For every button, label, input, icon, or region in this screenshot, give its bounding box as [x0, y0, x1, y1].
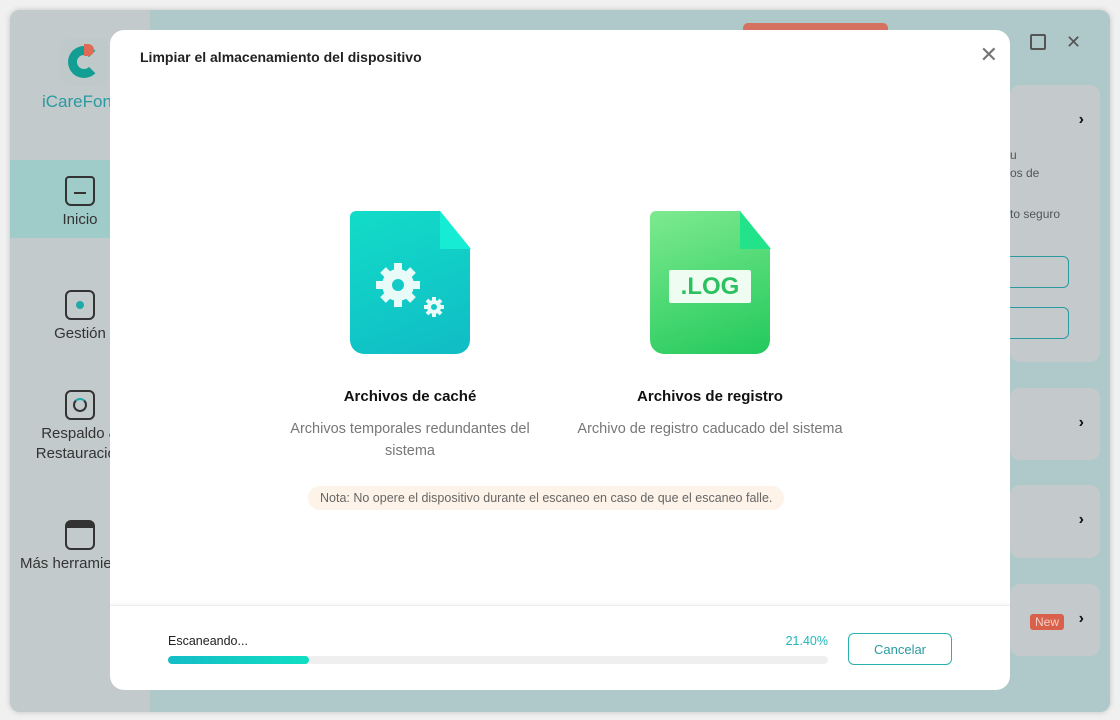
feature-card[interactable]: ›: [1010, 388, 1100, 460]
new-badge: New: [1029, 614, 1064, 630]
card-text: os de: [1010, 166, 1040, 180]
folder-gear-icon: [65, 290, 95, 320]
feature-card[interactable]: ›: [1010, 485, 1100, 558]
app-logo: [60, 38, 108, 86]
backup-icon: [65, 390, 95, 420]
card-text: u: [1010, 148, 1017, 162]
scan-status: Escaneando...: [168, 634, 248, 648]
home-icon: [65, 176, 95, 206]
card-text: to seguro: [1010, 207, 1061, 221]
progress-bar: [168, 656, 828, 664]
log-title: Archivos de registro: [637, 388, 783, 405]
sidebar-item-label: Inicio: [62, 211, 98, 228]
toolbox-icon: [65, 520, 95, 550]
progress-fill: [168, 656, 310, 664]
dialog-title: Limpiar el almacenamiento del dispositiv…: [140, 49, 422, 65]
feature-card[interactable]: New ›: [1010, 584, 1100, 656]
card-button[interactable]: [1000, 256, 1069, 288]
scan-note: Nota: No opere el dispositivo durante el…: [308, 486, 785, 510]
sidebar-item-label: Gestión: [54, 325, 106, 342]
file-fold: [740, 211, 771, 249]
cache-title: Archivos de caché: [343, 388, 477, 405]
log-description: Archivo de registro caducado del sistema: [577, 421, 843, 437]
dialog-footer: Escaneando... 21.40% Cancelar: [110, 605, 1010, 690]
cancel-button[interactable]: Cancelar: [848, 633, 952, 665]
maximize-icon[interactable]: [1030, 34, 1046, 50]
close-window-icon[interactable]: ✕: [1066, 32, 1081, 53]
close-icon[interactable]: ✕: [980, 44, 998, 66]
brand-name: iCareFon: [42, 92, 112, 111]
cache-description: Archivos temporales redundantes del sist…: [290, 421, 530, 459]
file-fold: [440, 211, 471, 249]
scan-percent: 21.40%: [785, 634, 828, 648]
log-tag: .LOG: [669, 270, 751, 303]
card-button[interactable]: [1000, 307, 1069, 339]
clean-storage-dialog: Limpiar el almacenamiento del dispositiv…: [110, 30, 1010, 690]
